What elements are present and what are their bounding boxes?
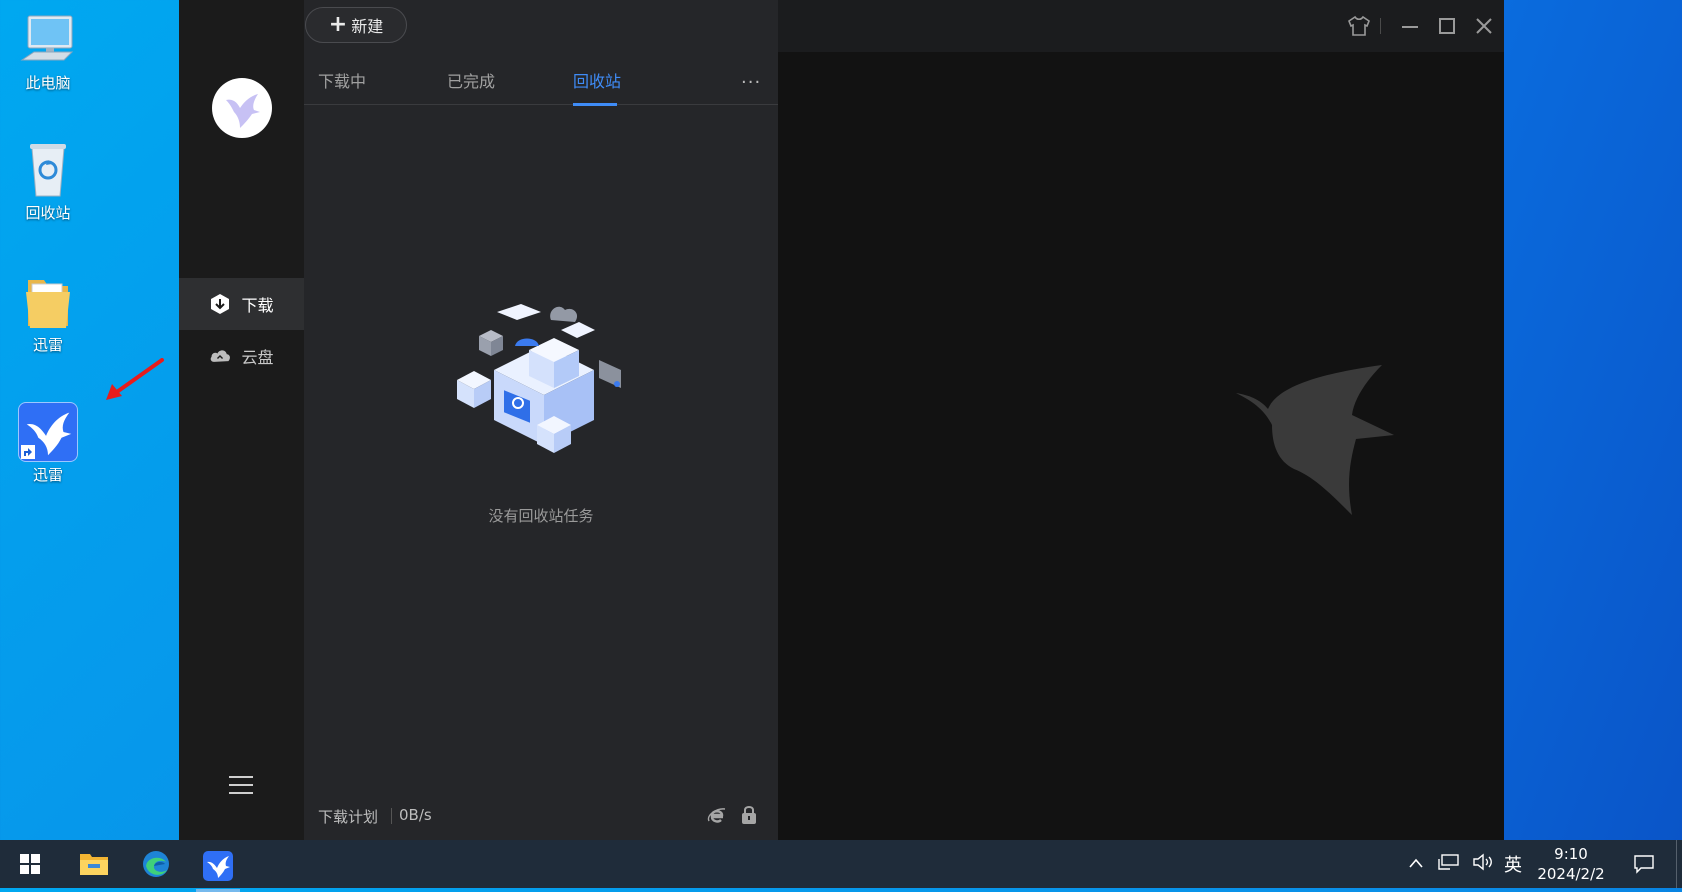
status-bar: 下载计划 0B/s	[304, 800, 778, 830]
taskbar: 英 9:10 2024/2/2	[0, 840, 1682, 892]
start-button[interactable]	[6, 846, 54, 886]
menu-icon[interactable]	[229, 776, 253, 798]
sidebar: 下载 云盘	[179, 0, 304, 840]
taskbar-edge[interactable]	[132, 846, 180, 886]
notification-center-button[interactable]	[1620, 846, 1668, 886]
clock-time: 9:10	[1554, 845, 1588, 863]
download-icon	[209, 293, 231, 315]
notification-icon	[1633, 854, 1655, 878]
taskbar-xunlei[interactable]	[194, 846, 242, 892]
cloud-icon	[209, 345, 231, 367]
empty-message: 没有回收站任务	[488, 507, 594, 525]
window-titlebar	[778, 0, 1504, 52]
windows-logo-icon	[19, 853, 41, 879]
new-task-label: 新建	[351, 17, 384, 36]
more-options-icon[interactable]: ···	[741, 72, 761, 93]
xunlei-window: 下载 云盘 + 新建 下载中 已完成 回收站 ··· 没有回收站任务 下载计划 …	[179, 0, 1504, 840]
computer-icon	[18, 10, 78, 70]
plus-icon: +	[328, 12, 348, 37]
xunlei-app-icon	[18, 402, 78, 462]
task-tabs: 下载中 已完成 回收站 ···	[304, 52, 778, 106]
red-arrow-annotation	[100, 358, 168, 408]
sidebar-item-label: 云盘	[241, 348, 274, 367]
tab-completed[interactable]: 已完成	[447, 68, 495, 104]
detail-area	[778, 0, 1504, 840]
sidebar-item-cloud[interactable]: 云盘	[179, 330, 304, 382]
desktop-icon-label: 此电脑	[25, 74, 71, 92]
show-desktop-button[interactable]	[1676, 840, 1677, 888]
close-icon[interactable]	[1470, 12, 1498, 40]
clock-date: 2024/2/2	[1537, 865, 1605, 883]
skin-icon[interactable]	[1345, 12, 1373, 40]
edge-browser-icon	[141, 849, 171, 883]
volume-icon[interactable]	[1472, 853, 1494, 875]
tab-recycle-bin[interactable]: 回收站	[559, 68, 621, 106]
download-plan-link[interactable]: 下载计划	[318, 806, 378, 827]
desktop-icon-recycle-bin[interactable]: 回收站	[0, 140, 96, 222]
desktop-icon-label: 迅雷	[32, 466, 63, 484]
sidebar-item-label: 下载	[241, 296, 274, 315]
task-list-panel: + 新建 下载中 已完成 回收站 ··· 没有回收站任务 下载计划 0B/s	[304, 0, 778, 840]
system-tray: 英	[1408, 840, 1522, 888]
desktop-icon-label: 迅雷	[32, 336, 63, 354]
download-speed: 0B/s	[399, 806, 432, 824]
xunlei-taskbar-icon	[203, 851, 233, 881]
network-icon[interactable]	[1438, 853, 1460, 875]
desktop-icon-xunlei-folder[interactable]: 迅雷	[0, 272, 96, 354]
desktop-icon-label: 回收站	[25, 204, 71, 222]
lock-icon[interactable]	[741, 805, 757, 829]
xunlei-logo-watermark	[1234, 365, 1394, 519]
clock[interactable]: 9:10 2024/2/2	[1526, 840, 1616, 888]
desktop-icon-xunlei-shortcut[interactable]: 迅雷	[0, 402, 96, 484]
new-task-button[interactable]: + 新建	[305, 7, 407, 43]
tab-downloading[interactable]: 下载中	[318, 68, 366, 104]
taskbar-file-explorer[interactable]	[70, 846, 118, 886]
status-separator	[391, 808, 392, 824]
minimize-icon[interactable]	[1396, 12, 1424, 40]
empty-illustration	[449, 300, 639, 484]
maximize-icon[interactable]	[1433, 12, 1461, 40]
recycle-bin-icon	[18, 140, 78, 200]
file-explorer-icon	[79, 851, 109, 881]
desktop-icon-this-pc[interactable]: 此电脑	[0, 10, 96, 92]
chevron-up-icon[interactable]	[1408, 855, 1424, 873]
avatar[interactable]	[212, 78, 272, 138]
titlebar-separator	[1380, 18, 1381, 34]
browser-integration-icon[interactable]	[707, 806, 727, 830]
folder-icon	[18, 272, 78, 332]
sidebar-item-download[interactable]: 下载	[179, 278, 304, 330]
ime-indicator[interactable]: 英	[1504, 851, 1522, 877]
shortcut-arrow-icon	[21, 445, 35, 459]
